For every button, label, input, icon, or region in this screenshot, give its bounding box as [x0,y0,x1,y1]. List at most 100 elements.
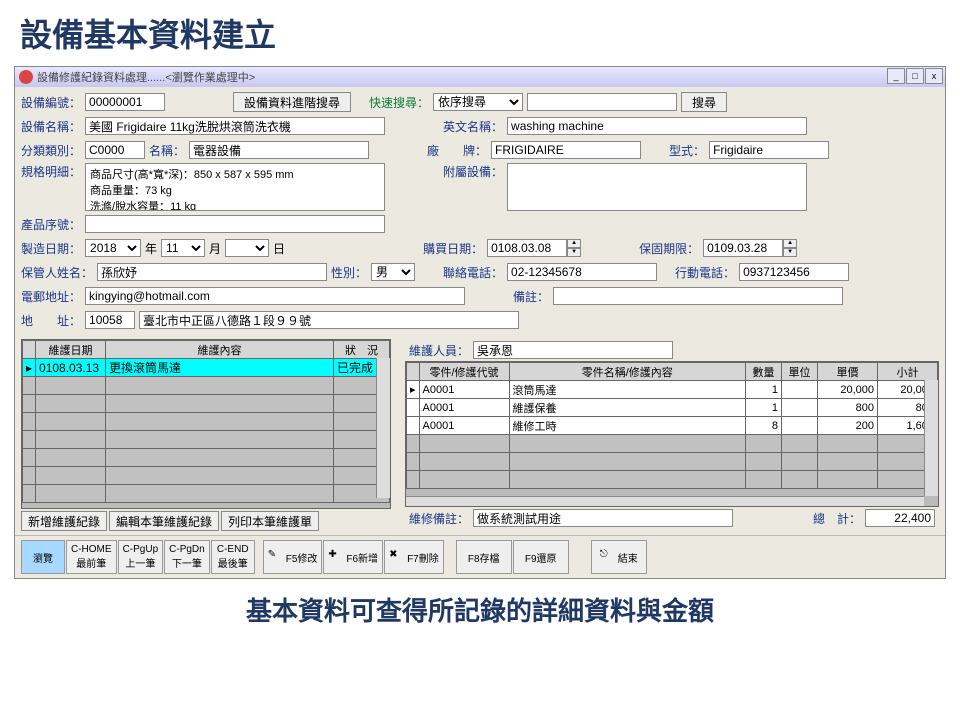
table-row[interactable]: ▸ A0001 滾筒馬達 1 20,000 20,000 [407,381,938,399]
table-row[interactable]: A0001 維修工時 8 200 1,600 [407,417,938,435]
col-subtotal: 小計 [878,363,938,381]
maint-person-input[interactable] [473,341,673,359]
delete-icon: ✖ [389,549,405,565]
spec-textarea[interactable]: 商品尺寸(高*寬*深)：850 x 587 x 595 mm 商品重量：73 k… [85,163,385,211]
warranty-input[interactable] [703,239,783,257]
end-button[interactable]: C-END最後筆 [211,540,255,574]
gender-select[interactable]: 男 [371,263,415,281]
label-equip-name: 設備名稱： [21,118,81,135]
f5-edit-button[interactable]: ✎F5修改 [263,540,323,574]
pgup-button[interactable]: C-PgUp上一筆 [118,540,164,574]
home-button[interactable]: C-HOME最前筆 [66,540,117,574]
table-row[interactable]: A0001 維護保養 1 800 800 [407,399,938,417]
label-buy-date: 購買日期： [423,240,483,257]
label-mfg-date: 製造日期： [21,240,81,257]
label-keeper: 保管人姓名： [21,264,93,281]
label-cat-name: 名稱： [149,142,185,159]
label-mobile: 行動電話： [675,264,735,281]
attach-textarea[interactable] [507,163,807,211]
serial-input[interactable] [85,215,385,233]
maximize-button[interactable]: □ [906,68,924,84]
zip-input[interactable] [85,311,135,329]
f8-save-button[interactable]: F8存檔 [456,540,512,574]
advanced-search-button[interactable]: 設備資料進階搜尋 [233,92,351,112]
label-address: 地 址： [21,312,81,329]
col-status: 狀 況 [334,341,390,359]
keeper-input[interactable] [97,263,327,281]
minimize-button[interactable]: _ [887,68,905,84]
en-name-input[interactable] [507,117,807,135]
label-category: 分類類別： [21,142,81,159]
label-phone: 聯絡電話： [443,264,503,281]
right-grid[interactable]: 零件/修護代號 零件名稱/修護內容 數量 單位 單價 小計 ▸ A0001 滾筒… [405,361,939,507]
app-window: 設備修護紀錄資料處理......<瀏覽作業處理中> _ □ x 設備編號： 設備… [14,66,946,579]
scrollbar-vertical[interactable] [376,358,390,498]
f6-add-button[interactable]: ✚F6新增 [323,540,383,574]
model-input[interactable] [709,141,829,159]
browse-button[interactable]: 瀏覽 [21,540,65,574]
titlebar-text: 設備修護紀錄資料處理......<瀏覽作業處理中> [37,69,255,85]
category-input[interactable] [85,141,145,159]
scrollbar-horizontal[interactable] [406,496,924,506]
buy-date-input[interactable] [487,239,567,257]
label-note: 備註： [513,288,549,305]
warranty-up[interactable]: ▲ [783,239,797,248]
edit-maintenance-button[interactable]: 編輯本筆維護紀錄 [109,511,219,531]
close-button[interactable]: x [925,68,943,84]
email-input[interactable] [85,287,465,305]
app-icon [19,70,33,84]
print-maintenance-button[interactable]: 列印本筆維護單 [221,511,319,531]
quick-search-input[interactable] [527,93,677,111]
f9-undo-button[interactable]: F9還原 [513,540,569,574]
equip-name-input[interactable] [85,117,385,135]
titlebar: 設備修護紀錄資料處理......<瀏覽作業處理中> _ □ x [15,67,945,87]
cat-name-input[interactable] [189,141,369,159]
label-year: 年 [145,240,157,257]
left-panel: 維護日期 維護內容 狀 況 ▸ 0108.03.13 更換滾筒馬達 已完成 [21,339,401,533]
page-footer: 基本資料可查得所記錄的詳細資料與金額 [0,579,960,640]
warranty-down[interactable]: ▼ [783,248,797,257]
label-brand: 廠 牌： [427,142,487,159]
brand-input[interactable] [491,141,641,159]
page-title: 設備基本資料建立 [0,0,960,66]
edit-icon: ✎ [268,549,284,565]
label-equip-no: 設備編號： [21,94,81,111]
address-input[interactable] [139,311,519,329]
exit-button[interactable]: ⎋結束 [591,540,647,574]
label-day: 日 [273,240,285,257]
col-maint-content: 維護內容 [106,341,334,359]
toolbar: 瀏覽 C-HOME最前筆 C-PgUp上一筆 C-PgDn下一筆 C-END最後… [15,535,945,578]
mfg-month-select[interactable]: 11 [161,239,205,257]
note-input[interactable] [553,287,843,305]
mobile-input[interactable] [739,263,849,281]
label-en-name: 英文名稱： [443,118,503,135]
mfg-year-select[interactable]: 2018 [85,239,141,257]
label-serial: 產品序號： [21,216,81,233]
label-warranty: 保固期限： [639,240,699,257]
col-qty: 數量 [746,363,782,381]
buy-date-down[interactable]: ▼ [567,248,581,257]
col-maint-date: 維護日期 [36,341,106,359]
quick-search-mode[interactable]: 依序搜尋 [433,93,523,111]
total-input [865,509,935,527]
maint-note-input[interactable] [473,509,733,527]
table-row[interactable]: ▸ 0108.03.13 更換滾筒馬達 已完成 [23,359,390,377]
search-button[interactable]: 搜尋 [681,92,727,112]
add-icon: ✚ [328,549,344,565]
scrollbar-vertical[interactable] [924,380,938,496]
mfg-day-select[interactable] [225,239,269,257]
label-maint-note: 維修備註： [409,510,469,527]
pgdn-button[interactable]: C-PgDn下一筆 [164,540,210,574]
label-quick-search: 快速搜尋： [369,94,429,111]
left-grid[interactable]: 維護日期 維護內容 狀 況 ▸ 0108.03.13 更換滾筒馬達 已完成 [21,339,391,509]
add-maintenance-button[interactable]: 新增維護紀錄 [21,511,107,531]
label-gender: 性別： [331,264,367,281]
label-maint-person: 維護人員： [409,342,469,359]
phone-input[interactable] [507,263,657,281]
f7-delete-button[interactable]: ✖F7刪除 [384,540,444,574]
buy-date-up[interactable]: ▲ [567,239,581,248]
equip-no-input[interactable] [85,93,165,111]
tables-area: 維護日期 維護內容 狀 況 ▸ 0108.03.13 更換滾筒馬達 已完成 [15,337,945,535]
label-attach: 附屬設備： [443,163,503,180]
col-part-code: 零件/修護代號 [419,363,509,381]
